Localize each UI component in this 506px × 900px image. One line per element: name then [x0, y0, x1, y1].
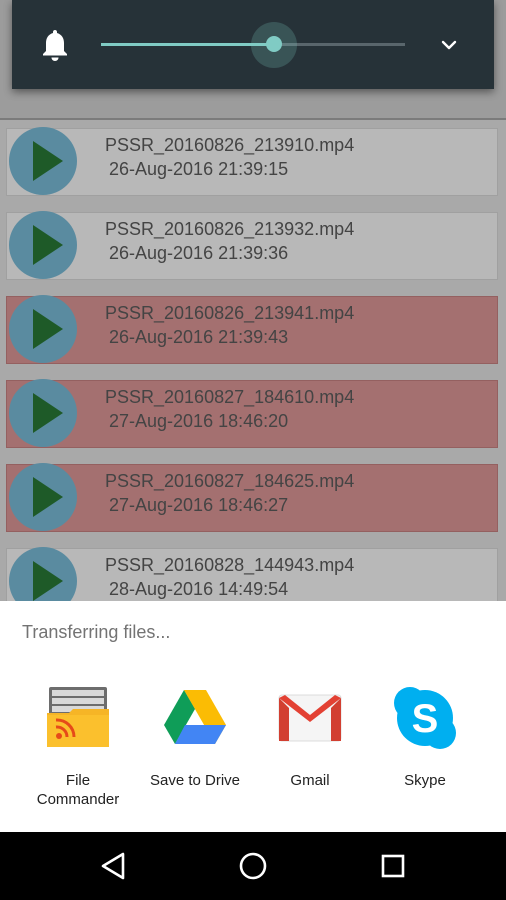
file-name: PSSR_20160828_144943.mp4 — [105, 555, 355, 575]
share-target-label: Skype — [404, 772, 446, 789]
share-sheet-title: Transferring files... — [22, 622, 171, 642]
skype-icon: S — [392, 685, 458, 751]
bell-icon[interactable] — [40, 28, 70, 62]
gmail-icon — [277, 685, 343, 751]
file-commander-icon — [45, 685, 111, 751]
recents-icon[interactable] — [375, 848, 411, 884]
list-item[interactable]: PSSR_20160826_213941.mp4 26-Aug-2016 21:… — [6, 295, 498, 364]
file-name: PSSR_20160826_213932.mp4 — [105, 219, 355, 239]
list-item[interactable]: PSSR_20160827_184625.mp4 27-Aug-2016 18:… — [6, 463, 498, 532]
share-target-save-to-drive[interactable]: Save to Drive — [137, 685, 253, 790]
file-date: 27-Aug-2016 18:46:27 — [109, 495, 289, 515]
list-item[interactable]: PSSR_20160826_213910.mp4 26-Aug-2016 21:… — [6, 127, 498, 196]
volume-slider[interactable] — [101, 22, 405, 68]
list-item[interactable]: PSSR_20160826_213932.mp4 26-Aug-2016 21:… — [6, 211, 498, 280]
file-date: 26-Aug-2016 21:39:43 — [109, 327, 289, 347]
file-date: 28-Aug-2016 14:49:54 — [109, 579, 289, 599]
share-target-skype[interactable]: S Skype — [367, 685, 483, 790]
share-target-label: File Commander — [36, 772, 120, 808]
file-name: PSSR_20160826_213910.mp4 — [105, 135, 355, 155]
share-target-label: Gmail — [290, 772, 330, 789]
file-name: PSSR_20160826_213941.mp4 — [105, 303, 355, 323]
share-target-label: Save to Drive — [149, 772, 241, 789]
play-icon[interactable] — [9, 379, 77, 447]
file-date: 26-Aug-2016 21:39:15 — [109, 159, 289, 179]
google-drive-icon — [162, 685, 228, 751]
volume-fill — [101, 43, 275, 46]
home-icon[interactable] — [235, 848, 271, 884]
file-name: PSSR_20160827_184625.mp4 — [105, 471, 355, 491]
header-divider — [0, 118, 506, 120]
list-item[interactable]: PSSR_20160827_184610.mp4 27-Aug-2016 18:… — [6, 379, 498, 448]
volume-panel — [12, 0, 494, 89]
file-date: 27-Aug-2016 18:46:20 — [109, 411, 289, 431]
play-icon[interactable] — [9, 127, 77, 195]
play-icon[interactable] — [9, 211, 77, 279]
play-icon[interactable] — [9, 463, 77, 531]
svg-text:S: S — [412, 697, 439, 741]
navigation-bar — [0, 832, 506, 900]
share-target-gmail[interactable]: Gmail — [252, 685, 368, 790]
play-icon[interactable] — [9, 295, 77, 363]
share-target-file-commander[interactable]: File Commander — [20, 685, 136, 809]
chevron-down-icon[interactable] — [440, 36, 458, 54]
back-icon[interactable] — [95, 848, 131, 884]
file-date: 26-Aug-2016 21:39:36 — [109, 243, 289, 263]
share-sheet: Transferring files... File Commander Sav… — [0, 601, 506, 832]
file-name: PSSR_20160827_184610.mp4 — [105, 387, 355, 407]
